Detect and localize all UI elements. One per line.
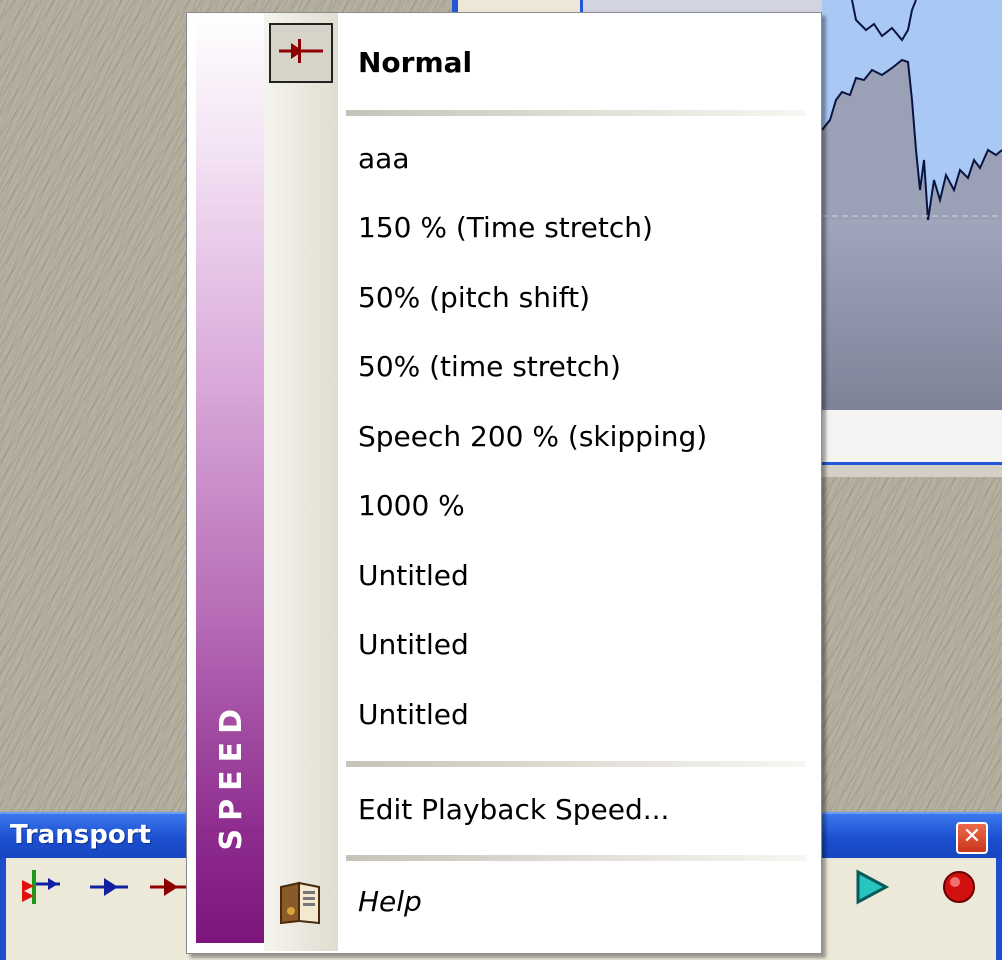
arrow-marker-icon bbox=[279, 39, 323, 63]
menu-item-label: Edit Playback Speed... bbox=[358, 793, 670, 826]
waveform-graph bbox=[822, 0, 1002, 221]
menu-item-untitled-2[interactable]: Untitled bbox=[338, 614, 808, 676]
menu-sidebar-label: SPEED bbox=[214, 701, 249, 851]
menu-icon-strip bbox=[264, 13, 338, 951]
speed-marker-icon[interactable] bbox=[20, 866, 62, 908]
menu-separator bbox=[346, 110, 806, 116]
menu-item-help[interactable]: Help bbox=[338, 871, 808, 933]
menu-separator bbox=[346, 761, 806, 767]
close-button[interactable]: ✕ bbox=[956, 822, 988, 854]
menu-item-label: 150 % (Time stretch) bbox=[358, 211, 653, 244]
menu-item-edit-playback-speed[interactable]: Edit Playback Speed... bbox=[338, 779, 808, 841]
transport-title: Transport bbox=[10, 820, 151, 850]
menu-item-untitled-1[interactable]: Untitled bbox=[338, 545, 808, 607]
play-icon[interactable] bbox=[850, 866, 892, 908]
checked-indicator bbox=[269, 23, 333, 83]
menu-item-1000[interactable]: 1000 % bbox=[338, 475, 808, 537]
menu-item-label: 1000 % bbox=[358, 489, 465, 522]
menu-item-label: Untitled bbox=[358, 698, 469, 731]
menu-item-label: 50% (pitch shift) bbox=[358, 281, 591, 314]
menu-item-label: 50% (time stretch) bbox=[358, 350, 621, 383]
menu-item-untitled-3[interactable]: Untitled bbox=[338, 684, 808, 746]
waveform-scrollbar[interactable] bbox=[822, 410, 1002, 462]
menu-item-label: Normal bbox=[358, 46, 473, 79]
menu-item-label: aaa bbox=[358, 142, 410, 175]
menu-sidebar: SPEED bbox=[196, 13, 264, 943]
menu-item-50-time-stretch[interactable]: 50% (time stretch) bbox=[338, 336, 808, 398]
blue-arrow-icon[interactable] bbox=[88, 866, 130, 908]
menu-item-label: Untitled bbox=[358, 628, 469, 661]
desktop: Transport ✕ SPEED Normal aaa 150 % (Time… bbox=[0, 0, 1002, 960]
menu-item-50-pitch-shift[interactable]: 50% (pitch shift) bbox=[338, 267, 808, 329]
record-icon[interactable] bbox=[938, 866, 980, 908]
menu-item-speech-200[interactable]: Speech 200 % (skipping) bbox=[338, 406, 808, 468]
menu-item-150-time-stretch[interactable]: 150 % (Time stretch) bbox=[338, 197, 808, 259]
menu-item-normal[interactable]: Normal bbox=[338, 32, 808, 94]
help-book-icon bbox=[280, 881, 320, 925]
speed-menu: SPEED Normal aaa 150 % (Time stretch) 50… bbox=[186, 12, 822, 954]
window-frame-bottom bbox=[822, 462, 1002, 477]
menu-item-aaa[interactable]: aaa bbox=[338, 128, 808, 190]
menu-separator bbox=[346, 855, 806, 861]
menu-item-label: Help bbox=[358, 885, 422, 918]
menu-item-label: Speech 200 % (skipping) bbox=[358, 420, 708, 453]
menu-item-label: Untitled bbox=[358, 559, 469, 592]
red-arrow-icon[interactable] bbox=[148, 866, 190, 908]
